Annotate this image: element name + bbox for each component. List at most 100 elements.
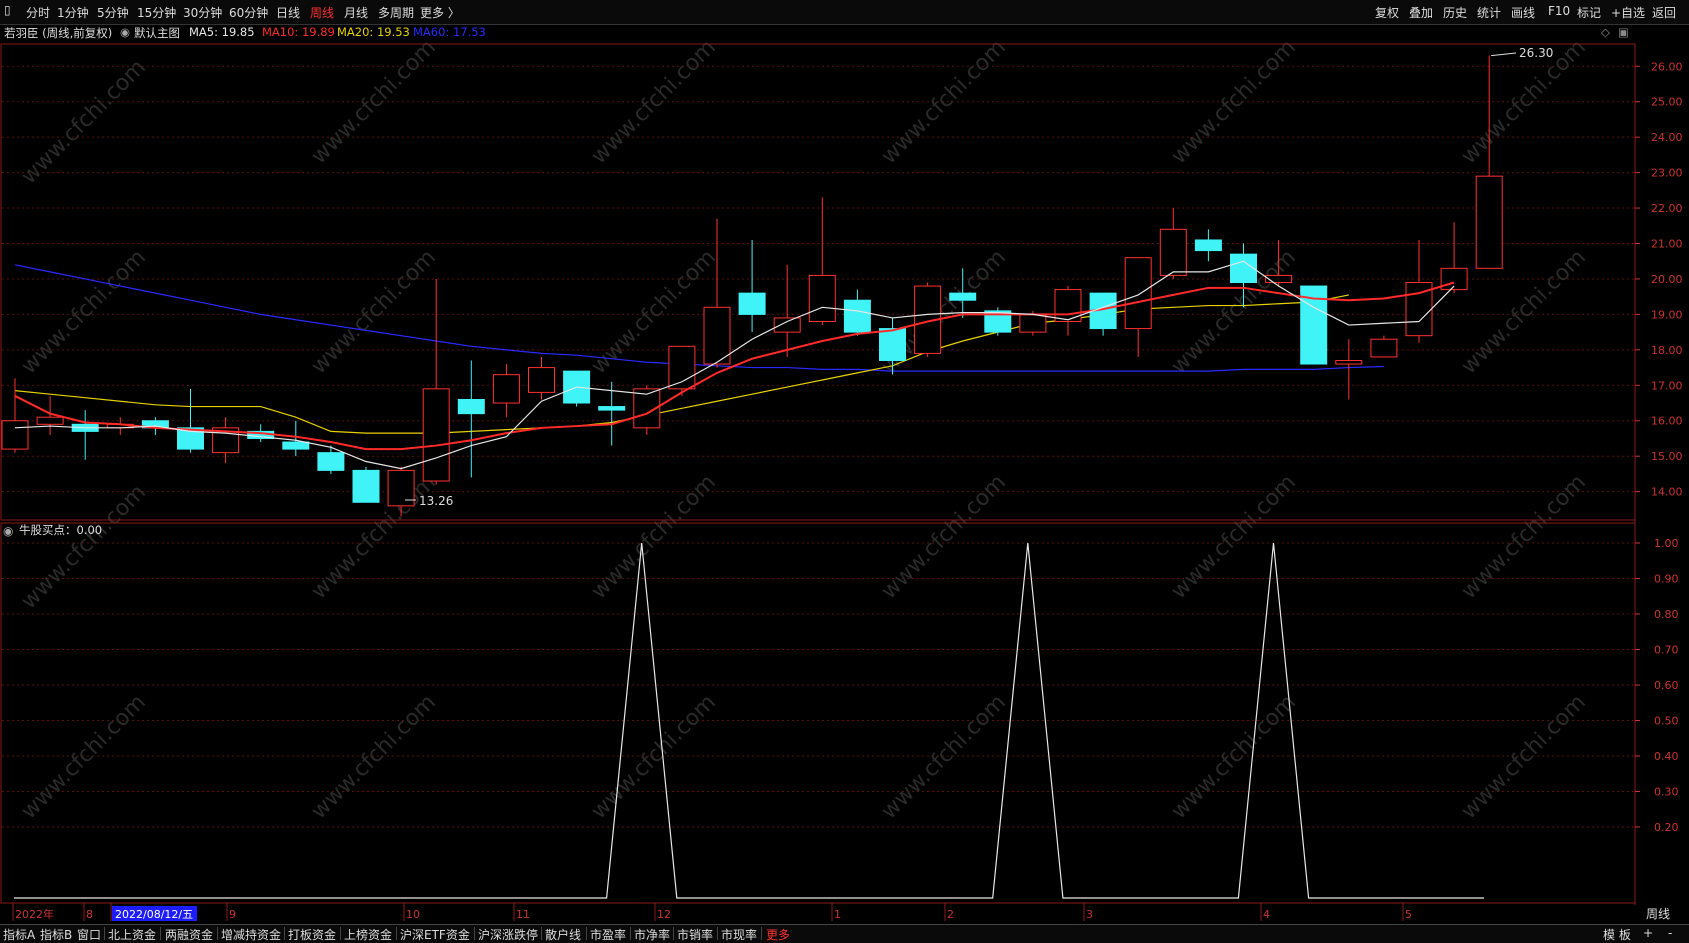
- tab-dragon-tiger[interactable]: 上榜资金: [344, 926, 392, 943]
- price-tick-label: 16.00: [1651, 415, 1683, 428]
- candle-body-down[interactable]: [843, 299, 871, 333]
- tab-indicator-a[interactable]: 指标A: [3, 926, 35, 943]
- indicator-tick-label: 0.80: [1654, 608, 1679, 621]
- watermark-text: www.cfchi.com: [587, 35, 721, 169]
- watermark-text: www.cfchi.com: [17, 480, 151, 614]
- indicator-tick-label: 0.70: [1654, 644, 1679, 657]
- date-label: 2: [947, 908, 954, 921]
- tab-northbound[interactable]: 北上资金: [108, 926, 156, 943]
- price-tick-label: 18.00: [1651, 344, 1683, 357]
- price-tick-label: 26.00: [1651, 60, 1683, 73]
- tab-pb[interactable]: 市净率: [634, 926, 670, 943]
- candle-body-down[interactable]: [317, 452, 345, 471]
- candle-body-down[interactable]: [949, 292, 977, 301]
- grid-lines: [2, 65, 1635, 828]
- date-label: 9: [229, 908, 236, 921]
- price-tick-label: 15.00: [1651, 450, 1683, 463]
- date-label: 1: [834, 908, 841, 921]
- candle-body-down[interactable]: [352, 469, 380, 503]
- candle-body-up[interactable]: [387, 469, 415, 507]
- candle-body-up[interactable]: [422, 388, 450, 482]
- date-label: 3: [1086, 908, 1093, 921]
- chart-frame: [0, 43, 1636, 905]
- tab-more[interactable]: 更多: [766, 926, 790, 943]
- indicator-tick-label: 0.90: [1654, 573, 1679, 586]
- tab-pe[interactable]: 市盈率: [590, 926, 626, 943]
- indicator-tick-label: 0.60: [1654, 679, 1679, 692]
- tab-pcf[interactable]: 市现率: [721, 926, 757, 943]
- watermark-text: www.cfchi.com: [1167, 690, 1301, 824]
- tab-ps[interactable]: 市销率: [677, 926, 713, 943]
- zoom-out-button[interactable]: -: [1668, 926, 1672, 940]
- date-cursor-label: 2022/08/12/五: [115, 908, 193, 921]
- tab-holdings-change[interactable]: 增减持资金: [221, 926, 281, 943]
- template-button[interactable]: 模 板: [1603, 926, 1631, 943]
- high-price-annotation: 26.30: [1519, 46, 1553, 60]
- watermark-text: www.cfchi.com: [587, 690, 721, 824]
- candle-body-up[interactable]: [1, 420, 29, 450]
- watermark-text: www.cfchi.com: [17, 245, 151, 379]
- date-label: 12: [657, 908, 671, 921]
- candle-body-up[interactable]: [1335, 359, 1363, 365]
- candle-body-up[interactable]: [808, 274, 836, 322]
- price-tick-label: 21.00: [1651, 238, 1683, 251]
- tab-etf-funds[interactable]: 沪深ETF资金: [400, 926, 470, 943]
- date-label: 8: [86, 908, 93, 921]
- watermark-text: www.cfchi.com: [1457, 690, 1591, 824]
- watermark-layer: www.cfchi.com www.cfchi.com www.cfchi.com w…: [17, 35, 1591, 824]
- candle-body-down[interactable]: [457, 398, 485, 415]
- zoom-in-button[interactable]: +: [1643, 926, 1653, 940]
- tab-limit-up-funds[interactable]: 打板资金: [288, 926, 336, 943]
- price-tick-label: 25.00: [1651, 96, 1683, 109]
- indicator-tick-label: 1.00: [1654, 537, 1679, 550]
- candle-body-up[interactable]: [703, 306, 731, 365]
- price-axis: 26.00 25.00 24.00 23.00 22.00 21.00 20.00 19.00…: [1635, 60, 1683, 834]
- date-axis: 2022年 8 2022/08/12/五 9 10 11 12 1 2 3 4 5 周线: [12, 903, 1670, 921]
- tab-indicator-b[interactable]: 指标B: [40, 926, 72, 943]
- candle-body-down[interactable]: [879, 328, 906, 361]
- indicator-title: 牛股买点：0.00: [19, 523, 102, 537]
- price-tick-label: 24.00: [1651, 131, 1683, 144]
- indicator-panel-border: [0, 522, 1636, 904]
- candles-layer: [1, 52, 1517, 517]
- indicator-tick-label: 0.40: [1654, 750, 1679, 763]
- candle-body-up[interactable]: [1124, 257, 1152, 330]
- indicator-tick-label: 0.50: [1654, 715, 1679, 728]
- watermark-text: www.cfchi.com: [1457, 470, 1591, 604]
- watermark-text: www.cfchi.com: [877, 35, 1011, 169]
- candle-body-up[interactable]: [1370, 338, 1398, 358]
- candle-body-up[interactable]: [36, 416, 64, 425]
- candle-body-up[interactable]: [773, 317, 801, 333]
- price-tick-label: 23.00: [1651, 167, 1683, 180]
- candle-body-up[interactable]: [1475, 175, 1503, 269]
- price-tick-label: 19.00: [1651, 308, 1683, 321]
- tab-window[interactable]: 窗口: [77, 926, 101, 943]
- watermark-text: www.cfchi.com: [587, 470, 721, 604]
- watermark-text: www.cfchi.com: [877, 470, 1011, 604]
- candle-body-down[interactable]: [598, 406, 626, 411]
- candle-body-up[interactable]: [1159, 228, 1187, 276]
- indicator-toggle-icon[interactable]: ◉: [3, 524, 13, 538]
- price-tick-label: 22.00: [1651, 202, 1683, 215]
- candle-body-up[interactable]: [1019, 313, 1047, 333]
- date-label: 5: [1405, 908, 1412, 921]
- tab-margin[interactable]: 两融资金: [165, 926, 213, 943]
- watermark-text: www.cfchi.com: [17, 690, 151, 824]
- date-label: 10: [406, 908, 420, 921]
- candle-body-up[interactable]: [492, 374, 520, 404]
- candle-body-down[interactable]: [282, 441, 310, 450]
- bottom-indicator-tabs: 指标A 指标B 窗口 北上资金 两融资金 增减持资金 打板资金 上榜资金 沪深E…: [0, 924, 1689, 943]
- candle-body-down[interactable]: [738, 292, 766, 315]
- watermark-text: www.cfchi.com: [307, 245, 441, 379]
- high-annotation-line: [1491, 52, 1517, 57]
- kline-chart-area[interactable]: www.cfchi.com www.cfchi.com www.cfchi.com w…: [0, 0, 1689, 942]
- candle-body-down[interactable]: [1194, 239, 1222, 252]
- indicator-tick-label: 0.30: [1654, 786, 1679, 799]
- indicator-tick-label: 0.20: [1654, 821, 1679, 834]
- tab-limit-stats[interactable]: 沪深涨跌停: [478, 926, 538, 943]
- candle-body-up[interactable]: [528, 367, 555, 393]
- watermark-text: www.cfchi.com: [587, 245, 721, 379]
- tab-retail-line[interactable]: 散户线: [545, 926, 581, 943]
- candle-body-up[interactable]: [668, 345, 696, 390]
- watermark-text: www.cfchi.com: [307, 690, 441, 824]
